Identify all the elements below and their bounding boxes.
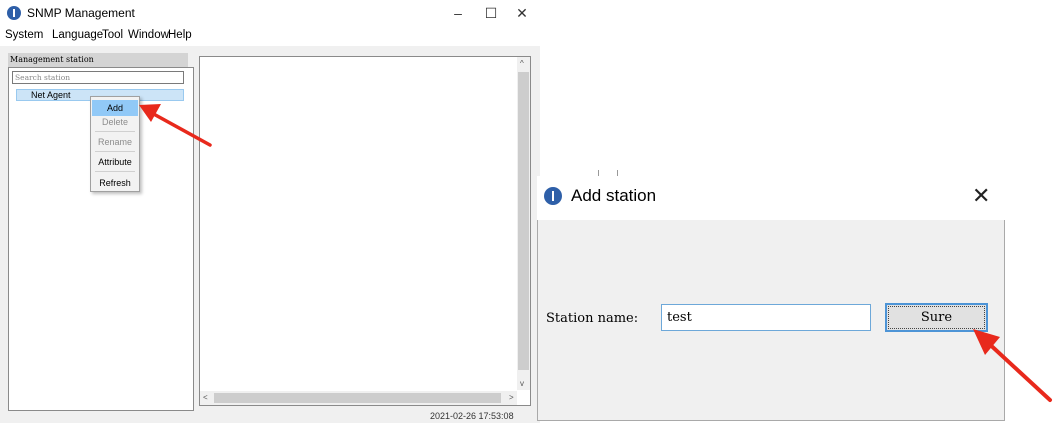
annotation-arrows <box>139 104 1052 402</box>
arrow-to-add <box>139 104 212 147</box>
arrow-to-sure <box>973 329 1052 402</box>
